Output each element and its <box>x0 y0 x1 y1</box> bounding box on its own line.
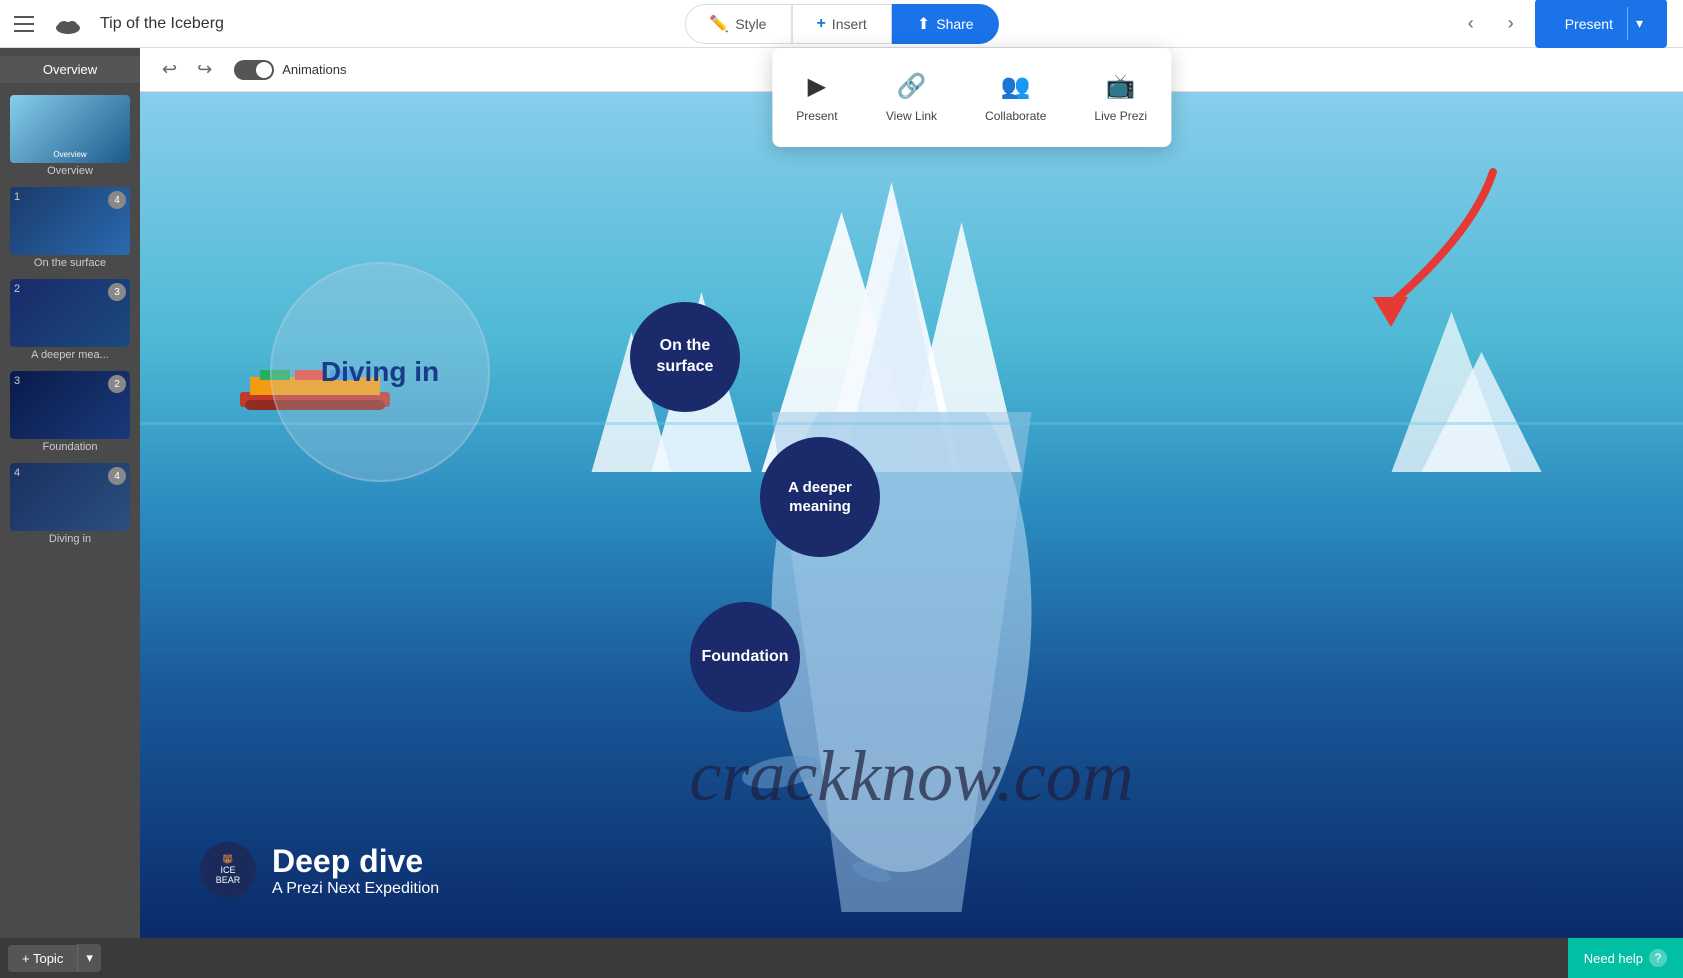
deep-dive-box: 🐻ICEBEAR Deep dive A Prezi Next Expediti… <box>200 842 439 898</box>
slide-num-3: 3 <box>14 375 20 387</box>
topic-button[interactable]: + Topic ▾ <box>8 944 101 972</box>
undo-button[interactable]: ↩ <box>156 55 183 84</box>
slide-label-overview: Overview <box>10 163 130 179</box>
slide-badge-4: 4 <box>108 467 126 485</box>
need-help-label: Need help <box>1584 951 1643 966</box>
sidebar-item-overview[interactable]: Overview Overview <box>10 95 130 179</box>
style-icon: ✏️ <box>709 14 729 34</box>
deep-dive-title: Deep dive <box>272 843 439 880</box>
overview-tab[interactable]: Overview <box>0 56 140 83</box>
sidebar-item-diving[interactable]: 4 4 Diving in <box>10 463 130 547</box>
logo-text: 🐻ICEBEAR <box>212 850 245 890</box>
deep-dive-text: Deep dive A Prezi Next Expedition <box>272 843 439 898</box>
present-icon: ▶ <box>808 72 826 101</box>
diving-in-label: Diving in <box>321 356 439 388</box>
slide-label-surface: On the surface <box>10 255 130 271</box>
menu-icon[interactable] <box>0 0 48 48</box>
share-viewlink-label: View Link <box>886 109 937 123</box>
share-collaborate-label: Collaborate <box>985 109 1046 123</box>
slide-thumb-surface: 1 4 <box>10 187 130 255</box>
canvas-area: Diving in On the surface A deeper meanin… <box>140 92 1683 938</box>
nav-next-button[interactable]: › <box>1495 8 1527 40</box>
style-button[interactable]: ✏️ Style <box>684 4 791 44</box>
toolbar-center: ✏️ Style + Insert ⬆ Share <box>684 4 998 44</box>
slide-thumb-diving: 4 4 <box>10 463 130 531</box>
slide-thumb-foundation: 3 2 <box>10 371 130 439</box>
insert-button[interactable]: + Insert <box>791 4 891 44</box>
insert-icon: + <box>816 15 825 33</box>
slide-badge-1: 4 <box>108 191 126 209</box>
need-help-button[interactable]: Need help ? <box>1568 938 1683 978</box>
share-icon: ⬆ <box>917 14 930 34</box>
slide-thumb-overview: Overview <box>10 95 130 163</box>
slide-thumb-deeper: 2 3 <box>10 279 130 347</box>
animations-toggle[interactable]: Animations <box>234 60 346 80</box>
liveprezi-icon: 📺 <box>1106 72 1136 101</box>
top-bar: Tip of the Iceberg ✏️ Style + Insert ⬆ S… <box>0 0 1683 48</box>
share-present-label: Present <box>796 109 837 123</box>
slide-badge-2: 3 <box>108 283 126 301</box>
topic-label[interactable]: + Topic <box>8 945 77 972</box>
present-button[interactable]: Present ▾ <box>1535 0 1667 48</box>
toggle-switch[interactable] <box>234 60 274 80</box>
nav-prev-button[interactable]: ‹ <box>1455 8 1487 40</box>
prezi-canvas: Diving in On the surface A deeper meanin… <box>140 92 1683 938</box>
sidebar-item-surface[interactable]: 1 4 On the surface <box>10 187 130 271</box>
slide-badge-3: 2 <box>108 375 126 393</box>
share-button[interactable]: ⬆ Share <box>892 4 999 44</box>
share-viewlink-item[interactable]: 🔗 View Link <box>862 56 961 139</box>
toggle-knob <box>256 62 272 78</box>
share-present-item[interactable]: ▶ Present <box>772 56 862 139</box>
deep-dive-subtitle: A Prezi Next Expedition <box>272 880 439 898</box>
sidebar-item-deeper[interactable]: 2 3 A deeper mea... <box>10 279 130 363</box>
sidebar-item-foundation[interactable]: 3 2 Foundation <box>10 371 130 455</box>
present-label[interactable]: Present <box>1551 8 1627 40</box>
share-liveprezi-item[interactable]: 📺 Live Prezi <box>1070 56 1171 139</box>
slide-num-1: 1 <box>14 191 20 203</box>
need-help-icon: ? <box>1649 949 1667 967</box>
animations-label: Animations <box>282 62 346 77</box>
topbar-right: ‹ › Present ▾ <box>1455 0 1683 48</box>
share-dropdown: ▶ Present 🔗 View Link 👥 Collaborate 📺 Li… <box>772 48 1171 147</box>
slide-label-deeper: A deeper mea... <box>10 347 130 363</box>
diving-circle[interactable]: Diving in <box>270 262 490 482</box>
collaborate-icon: 👥 <box>1001 72 1031 101</box>
sidebar: Overview Overview Overview 1 4 On the su… <box>0 48 140 938</box>
present-dropdown-arrow[interactable]: ▾ <box>1627 7 1651 40</box>
deep-dive-logo: 🐻ICEBEAR <box>200 842 256 898</box>
on-the-surface-circle[interactable]: On the surface <box>630 302 740 412</box>
slide-num-2: 2 <box>14 283 20 295</box>
slide-num-4: 4 <box>14 467 20 479</box>
bottom-bar: + Topic ▾ <box>0 938 1683 978</box>
slide-label-foundation: Foundation <box>10 439 130 455</box>
share-liveprezi-label: Live Prezi <box>1094 109 1147 123</box>
deeper-meaning-circle[interactable]: A deeper meaning <box>760 437 880 557</box>
topic-dropdown-arrow[interactable]: ▾ <box>77 944 101 972</box>
slide-label-diving: Diving in <box>10 531 130 547</box>
cloud-icon[interactable] <box>48 4 88 44</box>
redo-button[interactable]: ↪ <box>191 55 218 84</box>
foundation-circle[interactable]: Foundation <box>690 602 800 712</box>
link-icon: 🔗 <box>897 72 927 101</box>
share-collaborate-item[interactable]: 👥 Collaborate <box>961 56 1070 139</box>
